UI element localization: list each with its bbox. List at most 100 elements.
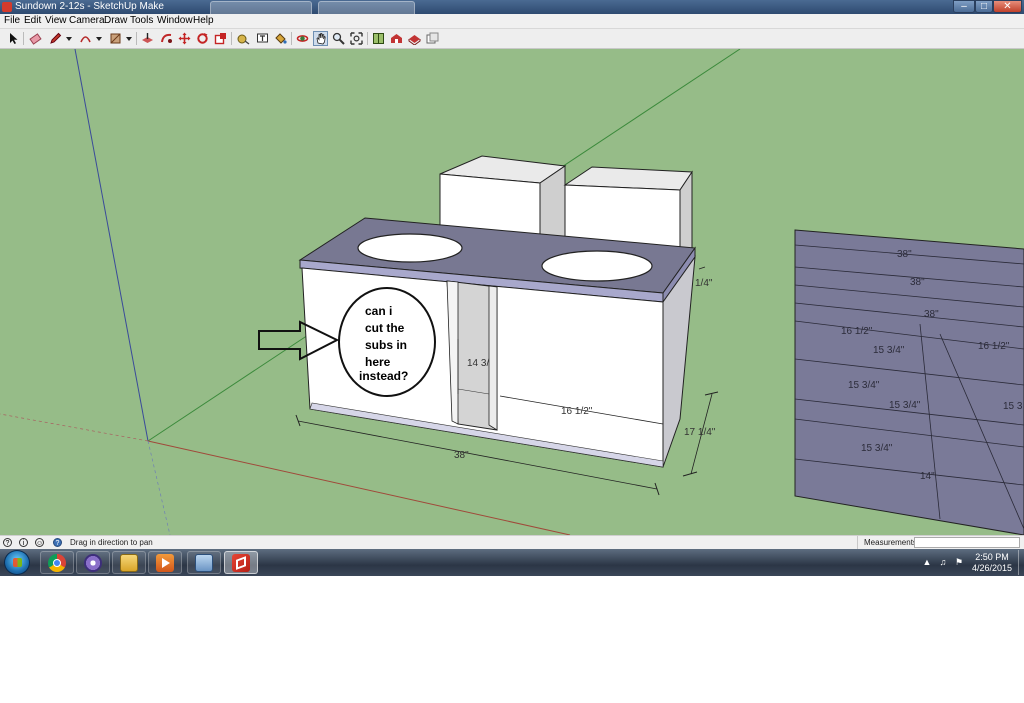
scale-tool[interactable] — [213, 31, 228, 46]
select-tool[interactable] — [6, 31, 21, 46]
rectangle-icon — [110, 33, 121, 44]
background-browser-tab — [210, 1, 312, 14]
taskbar-media-player[interactable] — [148, 551, 182, 574]
model-scene: 38" 16 1/2" 17 1/4" 14 3/ 1/4" can i cut… — [0, 49, 1024, 535]
window-title: Sundown 2-12s - SketchUp Make — [15, 1, 164, 12]
menu-tools[interactable]: Tools — [130, 14, 153, 28]
sheet-label-7: 15 3/4" — [848, 380, 880, 391]
title-bar: Sundown 2-12s - SketchUp Make – □ ✕ — [0, 0, 1024, 14]
push-pull-tool[interactable] — [140, 31, 155, 46]
zoom-extents-tool[interactable] — [349, 31, 364, 46]
help-icon[interactable]: ? — [53, 538, 62, 547]
taskbar-chrome[interactable] — [40, 551, 74, 574]
send-to-layout-tool[interactable] — [425, 31, 440, 46]
dimension-height: 17 1/4" — [684, 427, 716, 438]
background-browser-tab — [318, 1, 415, 14]
measurements-label: Measurements — [857, 536, 917, 550]
arc-icon — [80, 36, 91, 43]
3d-warehouse-tool[interactable] — [389, 31, 404, 46]
speaker-cutout-left — [357, 233, 463, 263]
menu-help[interactable]: Help — [193, 14, 214, 28]
toolbar — [0, 29, 1024, 49]
tape-measure-tool[interactable] — [236, 31, 251, 46]
dimension-partial: 14 3/ — [467, 358, 489, 369]
paint-bucket-tool[interactable] — [273, 31, 288, 46]
status-bar: ? i ☺ ? Drag in direction to pan Measure… — [0, 535, 1024, 550]
text-icon — [257, 33, 268, 43]
clock-date: 4/26/2015 — [971, 563, 1013, 573]
show-desktop-button[interactable] — [1018, 550, 1024, 575]
rectangle-tool[interactable] — [108, 31, 123, 46]
model-canvas[interactable]: 38" 16 1/2" 17 1/4" 14 3/ 1/4" can i cut… — [0, 49, 1024, 535]
extension-icon — [408, 35, 421, 45]
start-button[interactable] — [4, 550, 30, 575]
orbit-tool[interactable] — [295, 31, 310, 46]
annotation-line-5: instead? — [359, 369, 408, 383]
action-center-flag-icon[interactable]: ⚑ — [954, 557, 964, 567]
blue-axis — [74, 49, 149, 442]
tray-expand-icon[interactable]: ▲ — [922, 557, 932, 567]
pencil-icon — [50, 32, 62, 44]
user-icon[interactable]: ☺ — [35, 538, 44, 547]
zoom-icon — [332, 32, 345, 45]
zoom-extents-icon — [350, 32, 363, 45]
annotation-line-3: subs in — [365, 338, 407, 352]
orbit-icon — [296, 35, 309, 42]
pan-tool[interactable] — [313, 31, 328, 46]
sketchup-app-icon[interactable] — [2, 2, 12, 12]
system-clock[interactable]: 2:50 PM 4/26/2015 — [966, 552, 1018, 574]
close-button[interactable]: ✕ — [993, 0, 1022, 13]
sheet-label-8: 15 3/4" — [889, 400, 921, 411]
credits-icon[interactable]: i — [19, 538, 28, 547]
sheet-label-2: 38" — [910, 277, 925, 288]
arc-tool[interactable] — [78, 31, 93, 46]
menu-camera[interactable]: Camera — [69, 14, 105, 28]
zoom-tool[interactable] — [331, 31, 346, 46]
pencil-tool[interactable] — [48, 31, 63, 46]
media-player-icon — [156, 553, 174, 572]
volume-icon[interactable]: ♫ — [938, 557, 948, 567]
sketchup-window: Sundown 2-12s - SketchUp Make – □ ✕ File… — [0, 0, 1024, 576]
annotation-line-1: can i — [365, 304, 392, 318]
rotate-tool[interactable] — [195, 31, 210, 46]
annotation-line-2: cut the — [365, 321, 405, 335]
measurements-input[interactable] — [914, 537, 1020, 548]
dimension-inner-width: 16 1/2" — [561, 406, 593, 417]
pan-hand-icon — [316, 33, 326, 45]
eraser-icon — [29, 33, 42, 45]
menu-view[interactable]: View — [45, 14, 67, 28]
geo-location-icon[interactable]: ? — [3, 538, 12, 547]
taskbar-sketchup[interactable] — [224, 551, 258, 574]
folder-icon — [120, 553, 138, 572]
maximize-button[interactable]: □ — [975, 0, 993, 13]
speaker-cutout-right — [541, 250, 653, 282]
taskbar-file-explorer[interactable] — [112, 551, 146, 574]
text-tool[interactable] — [255, 31, 270, 46]
cut-sheet — [794, 229, 1024, 535]
components-tool[interactable] — [371, 31, 386, 46]
menu-file[interactable]: File — [4, 14, 20, 28]
taskbar: ▲ ♫ ⚑ 2:50 PM 4/26/2015 — [0, 549, 1024, 576]
dimension-top-right: 1/4" — [695, 278, 713, 289]
warehouse-icon — [391, 34, 402, 43]
minimize-button[interactable]: – — [953, 0, 975, 13]
components-icon — [373, 33, 384, 44]
menu-window[interactable]: Window — [157, 14, 193, 28]
move-icon — [178, 32, 191, 45]
layout-icon — [426, 32, 439, 44]
paint-bucket-icon — [275, 33, 287, 44]
sheet-label-3: 38" — [924, 309, 939, 320]
taskbar-windows-explorer[interactable] — [187, 551, 221, 574]
eraser-tool[interactable] — [28, 31, 43, 46]
taskbar-media-center[interactable] — [76, 551, 110, 574]
follow-me-tool[interactable] — [159, 31, 174, 46]
sheet-label-6: 15 3/4" — [873, 345, 905, 356]
sheet-label-5: 16 1/2" — [978, 341, 1010, 352]
sheet-label-1: 38" — [897, 249, 912, 260]
dimension-width: 38" — [454, 450, 469, 461]
rotate-icon — [197, 33, 208, 44]
menu-edit[interactable]: Edit — [24, 14, 41, 28]
menu-draw[interactable]: Draw — [104, 14, 127, 28]
move-tool[interactable] — [177, 31, 192, 46]
extension-warehouse-tool[interactable] — [407, 31, 422, 46]
